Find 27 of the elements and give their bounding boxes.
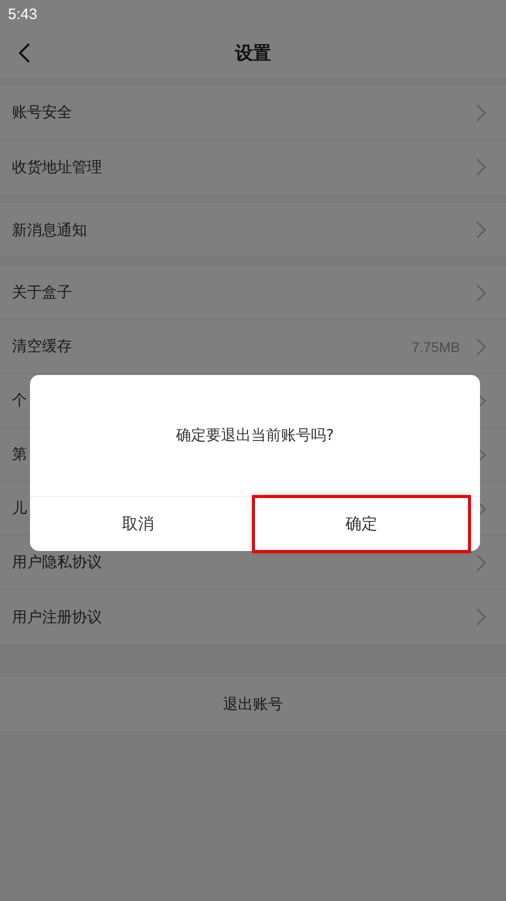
chevron-icon (476, 221, 486, 239)
item-label: 新消息通知 (12, 220, 88, 240)
settings-item[interactable]: 用户注册协议 (0, 590, 506, 644)
chevron-icon (476, 104, 486, 122)
item-label: 个 (12, 391, 28, 410)
item-label: 收货地址管理 (12, 158, 103, 176)
logout-button[interactable]: 退出账号 (0, 677, 506, 731)
item-label: 清空缓存 (12, 337, 73, 356)
page-title: 设置 (235, 42, 271, 65)
item-label: 关于盒子 (12, 283, 73, 302)
chevron-icon (476, 158, 486, 176)
settings-item[interactable]: 关于盒子 (0, 266, 506, 320)
settings-item[interactable]: 收货地址管理 (0, 140, 506, 194)
item-label: 儿 (12, 499, 28, 518)
settings-item[interactable]: 新消息通知 (0, 203, 506, 257)
item-label: 账号安全 (12, 103, 73, 122)
item-label: 第 (12, 445, 28, 464)
back-icon[interactable] (17, 42, 31, 64)
dialog-message: 确定要退出当前账号吗? (175, 425, 335, 446)
chevron-icon (476, 554, 486, 572)
item-label: 用户注册协议 (12, 608, 103, 626)
chevron-icon (476, 284, 486, 302)
status-time: 5:43 (8, 6, 38, 22)
item-label: 用户隐私协议 (12, 553, 103, 572)
settings-item[interactable]: 账号安全 (0, 86, 506, 140)
chevron-icon (476, 338, 486, 356)
chevron-icon (476, 608, 486, 626)
